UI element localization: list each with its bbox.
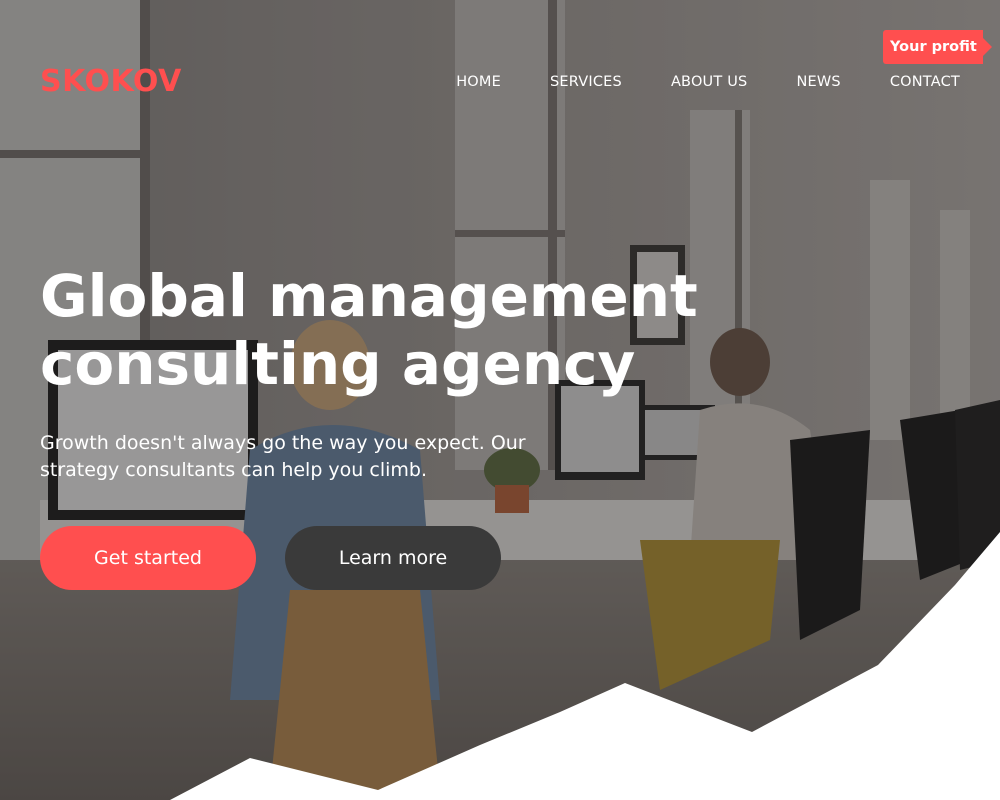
nav-item-about-us[interactable]: ABOUT US	[671, 74, 748, 90]
hero-section: SKOKOV HOME SERVICES ABOUT US NEWS CONTA…	[0, 0, 1000, 800]
get-started-button[interactable]: Get started	[40, 526, 256, 590]
nav-item-home[interactable]: HOME	[456, 74, 501, 90]
mountain-divider-shape	[170, 532, 1000, 800]
hero-headline: Global management consulting agency	[40, 262, 760, 398]
headline-line-2: consulting agency	[40, 330, 636, 398]
nav-item-news[interactable]: NEWS	[796, 74, 840, 90]
learn-more-button[interactable]: Learn more	[285, 526, 501, 590]
nav-item-contact[interactable]: CONTACT	[890, 74, 960, 90]
subtitle-line-2: strategy consultants can help you climb.	[40, 459, 427, 481]
headline-line-1: Global management	[40, 262, 698, 330]
subtitle-line-1: Growth doesn't always go the way you exp…	[40, 432, 526, 454]
hero-subtitle: Growth doesn't always go the way you exp…	[40, 430, 580, 484]
main-nav: HOME SERVICES ABOUT US NEWS CONTACT	[456, 74, 960, 90]
brand-logo[interactable]: SKOKOV	[40, 64, 182, 99]
nav-item-services[interactable]: SERVICES	[550, 74, 622, 90]
your-profit-badge[interactable]: Your profit	[883, 30, 992, 64]
